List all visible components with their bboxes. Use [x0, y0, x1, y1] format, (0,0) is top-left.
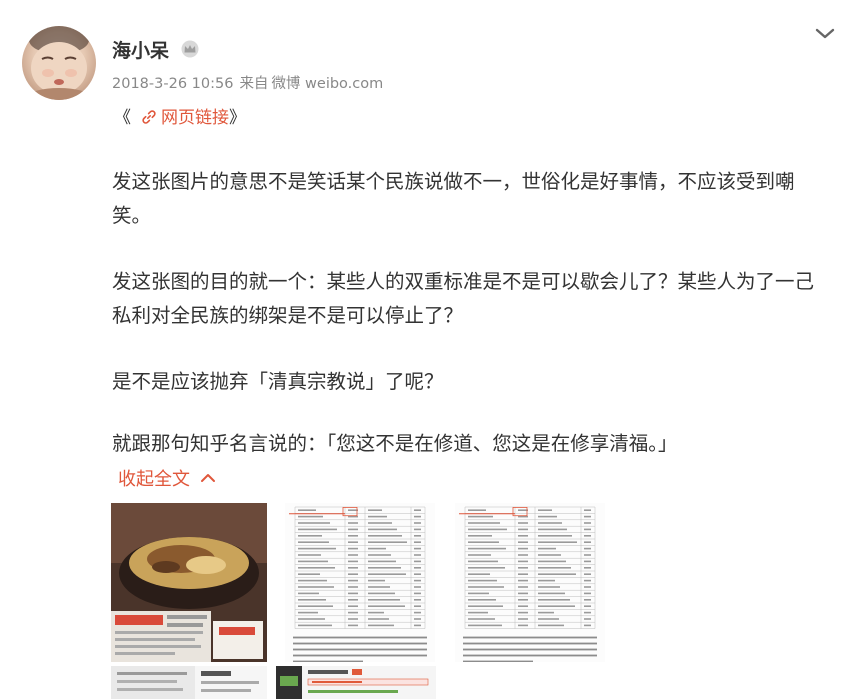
collapse-label: 收起全文 [118, 469, 190, 490]
post-source[interactable]: 微博 weibo.com [271, 76, 383, 92]
post-paragraph: 就跟那句知乎名言说的：「您这不是在修道、您这是在修享清福。」 [112, 432, 678, 455]
chat-screenshot-image [276, 666, 436, 699]
chevron-down-icon[interactable] [812, 24, 838, 44]
document-table-1-image [285, 503, 435, 662]
link-icon [142, 110, 156, 124]
crown-icon [181, 40, 199, 58]
author-avatar[interactable] [22, 26, 96, 100]
food-photo-image [111, 503, 267, 662]
post-paragraph: 发这张图的目的就一个：某些人的双重标准是不是可以歇会儿了？某些人为了一己私利对全… [112, 270, 815, 327]
web-link-label: 网页链接 [161, 108, 229, 128]
collapse-text-button[interactable]: 收起全文 [118, 465, 216, 491]
post-meta: 2018-3-26 10:56 来自 微博 weibo.com [112, 72, 389, 93]
source-prefix: 来自 [239, 76, 269, 92]
link-bracket-close: 》 [229, 108, 246, 128]
web-link[interactable]: 网页链接 [141, 108, 229, 128]
document-table-2-image [455, 503, 605, 662]
link-bracket-open: 《 [114, 108, 131, 128]
link-line: 《 网页链接》 [114, 103, 246, 128]
chevron-up-icon [201, 474, 215, 482]
post-paragraph: 是不是应该抛弃「清真宗教说」了呢？ [112, 370, 444, 393]
image-thumbnail-receipt[interactable] [111, 666, 267, 699]
image-thumbnail-table-1[interactable] [285, 503, 435, 662]
receipt-photo-image [111, 666, 267, 699]
image-thumbnail-chat[interactable] [276, 666, 436, 699]
image-thumbnail-food[interactable] [111, 503, 267, 662]
post-paragraph: 发这张图片的意思不是笑话某个民族说做不一，世俗化是好事情，不应该受到嘲笑。 [112, 170, 795, 227]
author-name[interactable]: 海小呆 [112, 36, 169, 63]
image-thumbnail-table-2[interactable] [455, 503, 605, 662]
post-timestamp[interactable]: 2018-3-26 10:56 [112, 76, 233, 92]
baby-avatar-image [29, 26, 89, 100]
